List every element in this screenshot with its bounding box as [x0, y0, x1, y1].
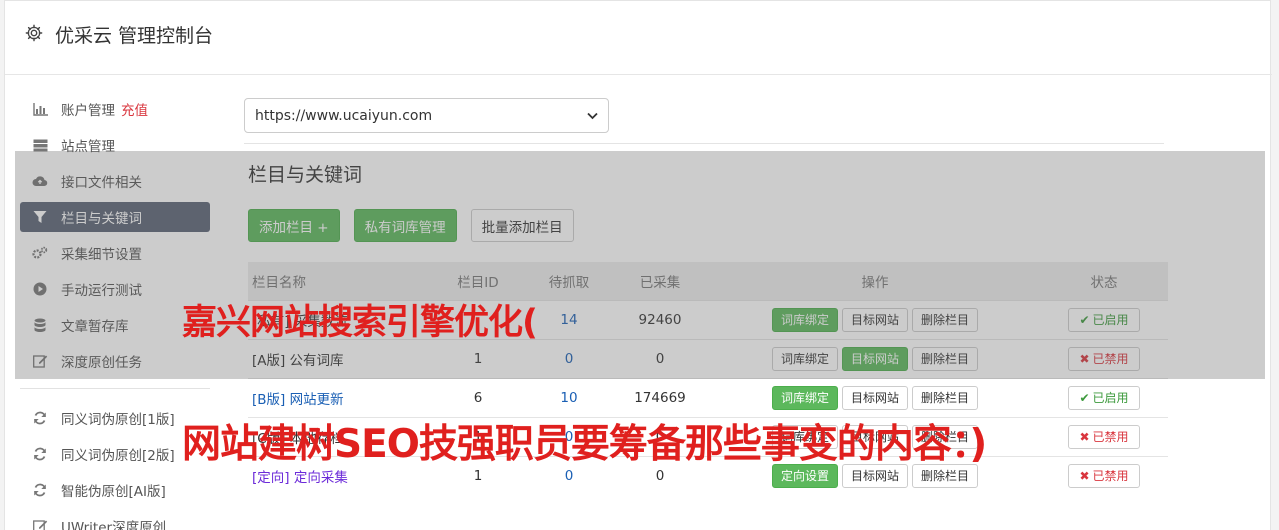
status-toggle[interactable]: ✔ 已启用 [1068, 385, 1140, 410]
refresh-icon [32, 446, 48, 462]
table-row: [B版] 网站更新 6 10 174669 词库绑定 目标网站 删除栏目 ✔ 已启… [248, 377, 1168, 417]
sidebar-item-label: 智能伪原创[AI版] [61, 484, 166, 500]
sidebar-item-label: 账户管理 [61, 103, 115, 119]
divider [244, 143, 1164, 144]
header: 优采云 管理控制台 [5, 1, 1272, 75]
sidebar-item-ai-original[interactable]: 智能伪原创[AI版] [20, 475, 210, 505]
refresh-icon [32, 482, 48, 498]
status-label: 已禁用 [1092, 430, 1129, 444]
sidebar-item-account[interactable]: 账户管理 充值 [20, 94, 210, 124]
cross-icon: ✖ [1079, 468, 1090, 483]
column-name[interactable]: [B版] 网站更新 [248, 377, 428, 417]
column-id: 6 [428, 377, 528, 417]
status-label: 已禁用 [1092, 469, 1129, 484]
edit-icon [32, 518, 48, 530]
status-toggle[interactable]: ✖ 已禁用 [1068, 424, 1140, 449]
check-icon: ✔ [1079, 390, 1090, 405]
sidebar-item-label: 同义词伪原创[1版] [61, 412, 175, 428]
bind-lexicon-button[interactable]: 词库绑定 [771, 385, 838, 410]
column-collected: 174669 [610, 377, 710, 417]
sidebar-item-label: UWriter深度原创 [61, 520, 167, 530]
cross-icon: ✖ [1079, 429, 1090, 444]
page-title: 优采云 管理控制台 [55, 25, 214, 47]
refresh-icon [32, 410, 48, 426]
recharge-link[interactable]: 充值 [121, 99, 148, 119]
site-select[interactable]: https://www.ucaiyun.com [244, 98, 609, 133]
site-select-value: https://www.ucaiyun.com [255, 107, 433, 124]
column-pending[interactable]: 10 [528, 377, 610, 417]
delete-column-button[interactable]: 删除栏目 [912, 385, 979, 410]
status-toggle[interactable]: ✖ 已禁用 [1068, 463, 1140, 488]
overlay-headline: 嘉兴网站搜索引擎优化( [182, 303, 538, 343]
chevron-down-icon [587, 112, 598, 119]
sidebar-divider [20, 388, 210, 389]
status-label: 已启用 [1092, 391, 1129, 405]
bar-chart-icon [32, 101, 48, 117]
sidebar-item-label: 同义词伪原创[2版] [61, 448, 175, 464]
gear-icon [25, 24, 43, 42]
overlay-subheadline: 网站建树SEO技强职员要筹备那些事变的内容：) [182, 422, 987, 467]
target-site-button[interactable]: 目标网站 [841, 385, 908, 410]
sidebar-item-uwriter[interactable]: UWriter深度原创 [20, 511, 210, 530]
